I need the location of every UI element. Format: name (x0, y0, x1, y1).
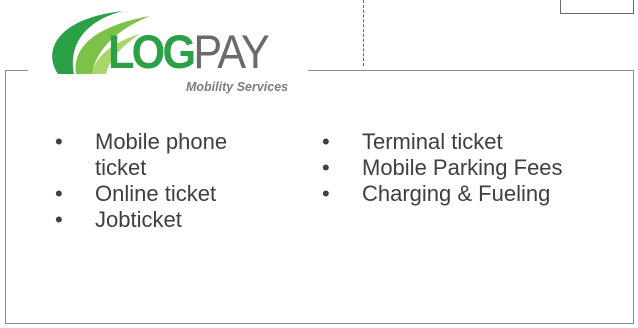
dashed-connector (363, 0, 364, 66)
logo-brand-light: PAY (193, 25, 269, 78)
service-item: Mobile Parking Fees (322, 155, 622, 181)
service-item: Online ticket (55, 181, 275, 207)
logo-tagline: Mobility Services (186, 80, 289, 94)
service-item: Mobile phone ticket (55, 129, 275, 181)
corner-box (560, 0, 634, 14)
services-list-left: Mobile phone ticket Online ticket Jobtic… (55, 129, 275, 233)
logo-brand-strong: LOG (108, 25, 196, 78)
service-item: Terminal ticket (322, 129, 622, 155)
logpay-logo: LOGPAY Mobility Services (28, 2, 308, 104)
logo-wordmark: LOGPAY (108, 25, 270, 78)
service-item: Jobticket (55, 207, 275, 233)
service-item: Charging & Fueling (322, 181, 622, 207)
services-list-right: Terminal ticket Mobile Parking Fees Char… (322, 129, 622, 207)
